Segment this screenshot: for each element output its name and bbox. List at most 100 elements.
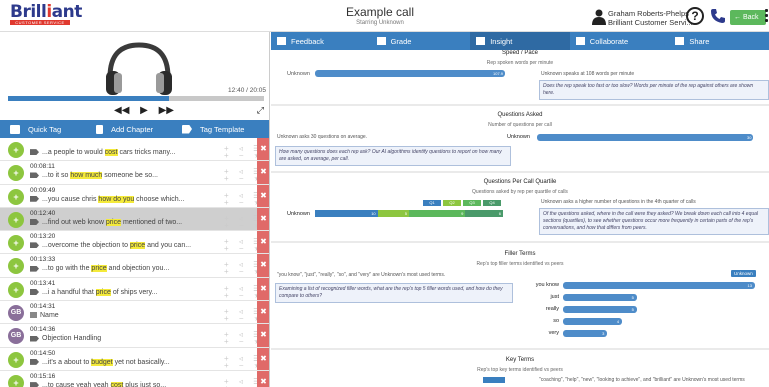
tab-collaborate[interactable]: Collaborate (570, 32, 670, 50)
filler-term-bar: 5 (563, 306, 637, 313)
quartile-bar-value: 10 (371, 211, 376, 216)
row-text-post: cars tricks many... (117, 149, 176, 156)
tag-icon (30, 195, 39, 202)
delete-row-button[interactable]: ✖ (257, 184, 269, 207)
phone-icon[interactable] (710, 8, 726, 24)
tag-list-row[interactable]: GB 00:14:36 Objection Handling + ◃ ☰ + − ★ ✖ (0, 324, 269, 348)
tag-badge-icon: + (8, 351, 24, 368)
delete-row-button[interactable]: ✖ (257, 277, 269, 301)
quartile-title: Questions Per Call Quartile (483, 179, 557, 185)
key-terms-title: Key Terms (505, 357, 535, 363)
help-icon[interactable]: ? (686, 7, 704, 25)
divider (271, 241, 769, 243)
quartile-legend-item: Q2 (443, 200, 461, 206)
tag-list-row[interactable]: +00:14:50 ...it's a about to budget yet n… (0, 347, 269, 371)
delete-row-button[interactable]: ✖ (257, 347, 269, 370)
tab-grade[interactable]: Grade (371, 32, 471, 50)
filler-legend[interactable]: Unknown (731, 270, 756, 277)
back-button[interactable]: ← Back (730, 10, 766, 25)
tab-insight[interactable]: Insight (470, 32, 570, 50)
delete-row-button[interactable]: ✖ (257, 301, 269, 324)
divider (271, 171, 769, 173)
row-timestamp[interactable]: 00:13:33 (30, 256, 55, 263)
tag-template-label: Tag Template (200, 124, 245, 134)
collaborate-icon (575, 37, 585, 45)
tag-list-row[interactable]: +00:12:40 ...find out web know price ment… (0, 207, 269, 232)
delete-row-button[interactable]: ✖ (257, 254, 269, 277)
filler-note: Examining a list of recognized filler wo… (275, 283, 513, 303)
filler-term-value: 5 (631, 307, 634, 312)
tag-badge-icon: + (8, 281, 24, 298)
filler-term-bar: 4 (563, 318, 623, 325)
tag-list-row[interactable]: +00:13:41 ...i a handful that price of sh… (0, 277, 269, 302)
filler-term-value: 3 (602, 331, 605, 336)
delete-row-button[interactable]: ✖ (257, 207, 269, 231)
row-timestamp[interactable]: 00:14:31 (30, 303, 55, 310)
brilliant-logo[interactable]: Brilliant CUSTOMER SERVICE (10, 4, 82, 27)
tag-list-row[interactable]: +00:08:11 ...to it so how much someone be… (0, 161, 269, 185)
tag-icon (30, 288, 39, 295)
playback-progress[interactable] (8, 96, 264, 101)
tag-template-button[interactable]: Tag Template (172, 124, 245, 134)
quick-tag-button[interactable]: Quick Tag (0, 124, 86, 134)
row-keyword-highlight: price (95, 288, 111, 296)
delete-row-button[interactable]: ✖ (257, 370, 269, 387)
row-timestamp[interactable]: 00:13:20 (30, 233, 55, 240)
tag-icon (30, 265, 39, 272)
tag-list-row[interactable]: + ...a people to would cost cars tricks m… (0, 138, 269, 162)
row-text-pre: ...you cause chris (42, 195, 99, 203)
quartile-bar-segment: 6 (465, 210, 503, 217)
user-name: Graham Roberts-Phelps (608, 9, 689, 18)
filler-term-value: 5 (631, 295, 634, 300)
fast-forward-button[interactable]: ▶▶ (159, 105, 174, 116)
row-text: ...overcome the objection to price and y… (30, 242, 192, 250)
edit-icon (10, 124, 20, 134)
tag-list-row[interactable]: +00:09:49 ...you cause chris how do you c… (0, 184, 269, 208)
row-timestamp[interactable]: 00:13:41 (30, 280, 55, 287)
tab-feedback[interactable]: Feedback (271, 32, 371, 50)
row-timestamp[interactable]: 00:14:50 (30, 350, 55, 357)
tag-badge-icon: + (8, 235, 24, 252)
add-chapter-button[interactable]: Add Chapter (86, 124, 172, 134)
delete-row-button[interactable]: ✖ (257, 231, 269, 254)
filler-term-bar: 3 (563, 330, 608, 337)
quartile-desc: Unknown asks a higher number of question… (541, 199, 696, 205)
logo-tagline: CUSTOMER SERVICE (10, 20, 70, 25)
row-text-post: and you can... (145, 242, 192, 250)
quartile-legend-item: Q1 (423, 200, 441, 206)
tag-list-row[interactable]: +00:13:20 ...overcome the objection to pr… (0, 231, 269, 255)
filler-title: Filler Terms (504, 251, 536, 257)
delete-row-button[interactable]: ✖ (257, 324, 269, 347)
row-text-pre: ...i a handful that (42, 288, 96, 296)
user-icon[interactable] (592, 9, 606, 25)
play-button[interactable]: ▶ (140, 105, 148, 116)
audio-player: 12:40 / 20:05 ◀◀ ▶ ▶▶ ⤢ (0, 32, 269, 120)
tag-icon (30, 382, 39, 387)
tab-share[interactable]: Share (669, 32, 769, 50)
quartile-bar-value: 5 (404, 211, 407, 216)
tag-list-row[interactable]: +00:13:33 ...to go with the price and obj… (0, 254, 269, 278)
questions-subtitle: Number of questions per call (488, 122, 552, 128)
row-timestamp[interactable]: 00:14:36 (30, 326, 55, 333)
row-text: ...a people to would cost cars tricks ma… (30, 149, 175, 156)
user-badge: GB (8, 328, 24, 345)
tag-badge-icon: + (8, 188, 24, 205)
tag-list-row[interactable]: GB 00:14:31 Name + ◃ ☰ + − ★ ✖ (0, 301, 269, 325)
row-timestamp[interactable]: 00:09:49 (30, 187, 55, 194)
left-panel: 12:40 / 20:05 ◀◀ ▶ ▶▶ ⤢ Quick Tag Add Ch… (0, 32, 270, 387)
row-timestamp[interactable]: 00:12:40 (30, 210, 55, 217)
row-text: ...to go with the price and objection yo… (30, 265, 169, 273)
expand-icon[interactable]: ⤢ (257, 105, 264, 116)
rewind-button[interactable]: ◀◀ (114, 105, 129, 116)
more-menu-icon[interactable] (765, 9, 769, 25)
delete-row-button[interactable]: ✖ (257, 138, 269, 161)
row-timestamp[interactable]: 00:08:11 (30, 163, 55, 170)
row-text-pre: ...to cause yeah yeah (42, 381, 111, 387)
row-timestamp[interactable]: 00:15:16 (30, 373, 55, 380)
tab-label: Insight (490, 36, 513, 46)
speed-subtitle: Rep spoken words per minute (486, 60, 554, 66)
user-menu[interactable]: Graham Roberts-Phelps Brilliant Customer… (608, 9, 693, 27)
playback-time: 12:40 / 20:05 (228, 87, 266, 94)
delete-row-button[interactable]: ✖ (257, 161, 269, 184)
tag-list-row[interactable]: +00:15:16 ...to cause yeah yeah cost plus… (0, 370, 269, 387)
